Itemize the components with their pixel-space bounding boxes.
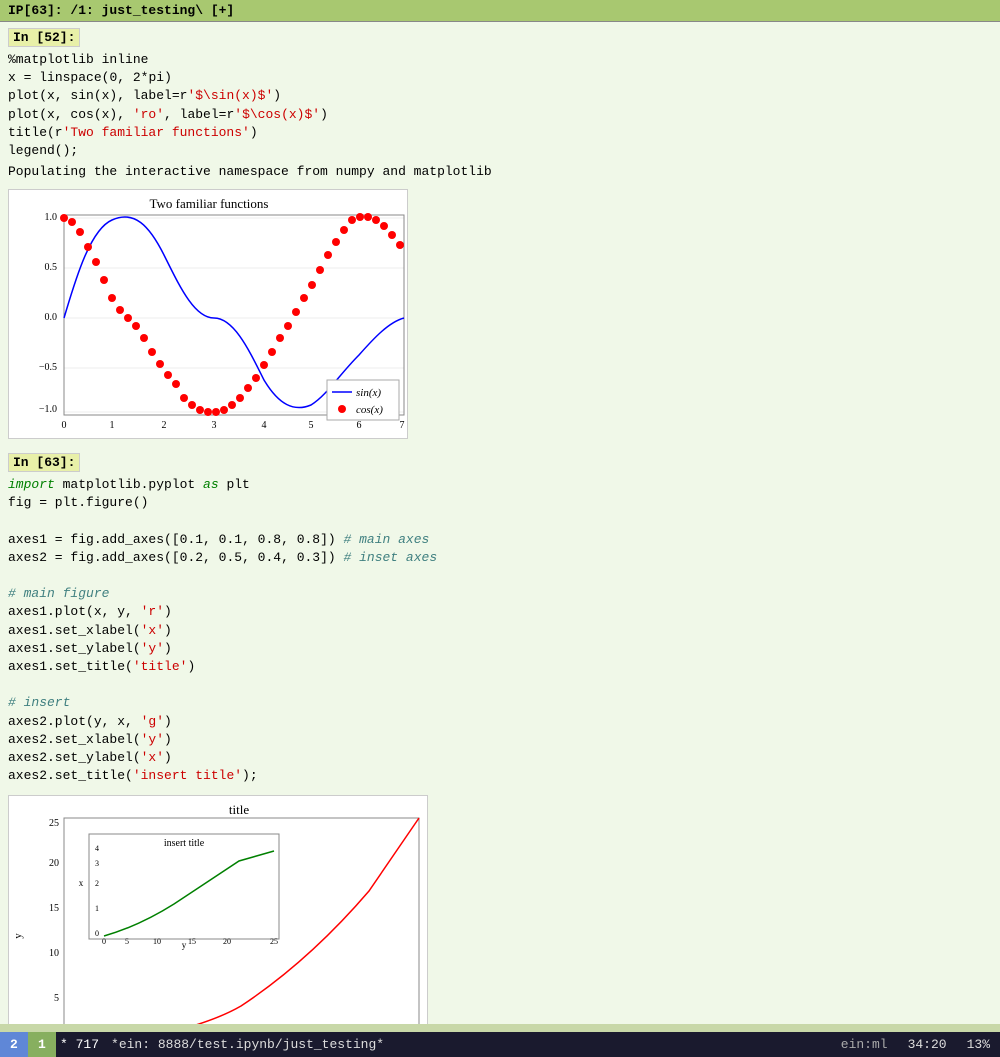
svg-text:1: 1 (95, 904, 99, 913)
cell-52-output: Populating the interactive namespace fro… (0, 162, 1000, 181)
status-position: 34:20 (898, 1037, 957, 1052)
cell-63-label[interactable]: In [63]: (8, 453, 80, 472)
cell-52-label[interactable]: In [52]: (8, 28, 80, 47)
status-bar: 2 1 * 717 *ein: 8888/test.ipynb/just_tes… (0, 1032, 1000, 1057)
notebook: In [52]: %matplotlib inline x = linspace… (0, 22, 1000, 1024)
status-num2: 1 (28, 1032, 56, 1057)
plot-2-title: title (229, 802, 249, 817)
title-text: IP[63]: /1: just_testing\ [+] (8, 3, 234, 18)
svg-text:5: 5 (309, 420, 314, 431)
cell-52-content: %matplotlib inline x = linspace(0, 2*pi)… (0, 49, 1000, 162)
sin-curve (64, 217, 404, 408)
svg-text:x: x (79, 878, 84, 888)
svg-text:4: 4 (262, 420, 267, 431)
svg-text:3: 3 (212, 420, 217, 431)
svg-text:6: 6 (357, 420, 362, 431)
svg-text:0: 0 (62, 420, 67, 431)
svg-text:−1.0: −1.0 (39, 404, 57, 415)
plot-1-svg: Two familiar functions 1.0 0.5 0.0 −0.5 … (8, 189, 408, 439)
svg-text:insert title: insert title (164, 838, 205, 849)
svg-text:5: 5 (125, 937, 129, 946)
cell-52: In [52]: %matplotlib inline x = linspace… (0, 22, 1000, 185)
cell-63: In [63]: import matplotlib.pyplot as plt… (0, 447, 1000, 791)
svg-text:1.0: 1.0 (45, 212, 58, 223)
status-percent: 13% (957, 1037, 1000, 1052)
plot-1-title: Two familiar functions (150, 196, 269, 211)
status-filename: *ein: 8888/test.ipynb/just_testing* (103, 1037, 831, 1052)
svg-text:sin(x): sin(x) (356, 387, 381, 399)
svg-text:0.0: 0.0 (45, 312, 58, 323)
svg-text:2: 2 (162, 420, 167, 431)
svg-text:15: 15 (49, 903, 59, 914)
svg-text:y: y (12, 933, 24, 939)
plot-1-container: Two familiar functions 1.0 0.5 0.0 −0.5 … (0, 185, 1000, 447)
svg-text:3: 3 (95, 859, 99, 868)
svg-text:25: 25 (49, 818, 59, 829)
plot-2-container: title y x 0 5 10 15 20 25 0 1 2 3 4 5 (0, 791, 1000, 1024)
status-indicator: * 717 (56, 1037, 103, 1052)
svg-text:1: 1 (110, 420, 115, 431)
svg-text:10: 10 (49, 948, 59, 959)
cell-63-content: import matplotlib.pyplot as plt fig = pl… (0, 474, 1000, 787)
svg-text:cos(x): cos(x) (356, 404, 383, 416)
svg-text:20: 20 (223, 937, 231, 946)
svg-text:0: 0 (102, 937, 106, 946)
svg-text:25: 25 (270, 937, 278, 946)
svg-text:15: 15 (188, 937, 196, 946)
svg-text:20: 20 (49, 858, 59, 869)
svg-text:0: 0 (95, 929, 99, 938)
svg-text:5: 5 (54, 993, 59, 1004)
svg-text:−0.5: −0.5 (39, 362, 57, 373)
svg-text:2: 2 (95, 879, 99, 888)
svg-text:4: 4 (95, 844, 99, 853)
plot-2-svg: title y x 0 5 10 15 20 25 0 1 2 3 4 5 (8, 795, 428, 1024)
status-mode: ein:ml (831, 1037, 898, 1052)
status-num1: 2 (0, 1032, 28, 1057)
svg-text:10: 10 (153, 937, 161, 946)
svg-text:0.5: 0.5 (45, 262, 58, 273)
title-bar: IP[63]: /1: just_testing\ [+] (0, 0, 1000, 22)
svg-text:y: y (182, 940, 187, 950)
svg-text:7: 7 (400, 420, 405, 431)
